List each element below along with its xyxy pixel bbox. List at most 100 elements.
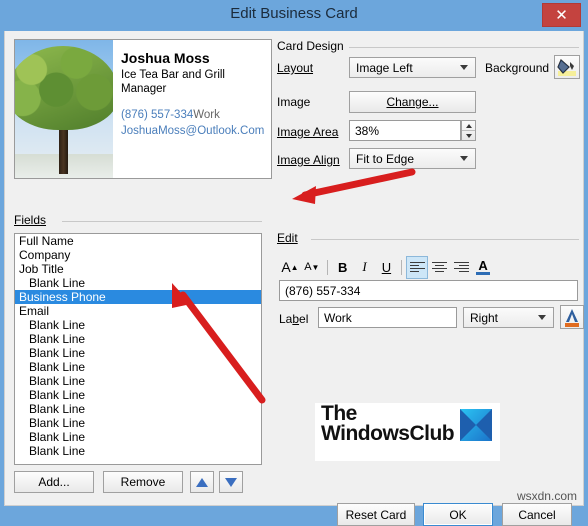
logo-text: The WindowsClub xyxy=(321,402,455,445)
align-left-icon[interactable] xyxy=(406,255,429,279)
title-bar: Edit Business Card ✕ xyxy=(0,0,588,31)
card-design-group-header: Card Design xyxy=(277,39,579,53)
field-list-item[interactable]: Email xyxy=(15,304,261,318)
label-value-text: Work xyxy=(324,310,352,325)
move-field-up-button[interactable] xyxy=(190,471,214,493)
field-list-item[interactable]: Blank Line xyxy=(15,360,261,374)
field-list-item[interactable]: Blank Line xyxy=(15,444,261,458)
underline-icon[interactable]: U xyxy=(375,256,397,279)
layout-select[interactable]: Image Left xyxy=(349,57,476,78)
card-design-group-label: Card Design xyxy=(277,39,344,53)
logo-line-2: WindowsClub xyxy=(321,421,455,445)
business-card-preview[interactable]: Joshua Moss Ice Tea Bar and Grill Manage… xyxy=(14,39,272,179)
field-list-item[interactable]: Job Title xyxy=(15,262,261,276)
field-value-text: (876) 557-334 xyxy=(285,283,361,298)
card-job-title: Manager xyxy=(121,83,167,96)
image-label: Image xyxy=(277,95,311,109)
font-color-icon xyxy=(565,309,579,327)
background-color-button[interactable] xyxy=(554,55,580,79)
edit-group-header: Edit xyxy=(277,231,579,245)
align-right-icon[interactable] xyxy=(450,256,472,279)
card-email: JoshuaMoss@Outlook.Com xyxy=(121,124,265,137)
decrease-font-size-icon[interactable]: A ▼ xyxy=(301,256,323,279)
arrow-up-icon xyxy=(196,477,208,487)
windowsclub-logo: The WindowsClub xyxy=(315,403,500,461)
image-area-stepper-up[interactable] xyxy=(462,121,475,130)
card-blank-line xyxy=(121,97,265,108)
field-list-item[interactable]: Blank Line xyxy=(15,402,261,416)
image-area-label: Image Area xyxy=(277,125,339,139)
dialog-body: Joshua Moss Ice Tea Bar and Grill Manage… xyxy=(4,31,584,526)
format-toolbar: A ▲ A ▼ B I U A xyxy=(279,255,494,279)
field-list-item[interactable]: Blank Line xyxy=(15,346,261,360)
label-label: Label xyxy=(279,312,309,326)
toolbar-divider xyxy=(326,259,328,275)
reset-card-button[interactable]: Reset Card xyxy=(337,503,415,526)
align-center-icon[interactable] xyxy=(428,256,450,279)
stepper-down-icon xyxy=(465,133,472,138)
move-field-down-button[interactable] xyxy=(219,471,243,493)
chevron-down-icon xyxy=(460,64,468,70)
toolbar-divider xyxy=(401,259,403,275)
field-list-item[interactable]: Blank Line xyxy=(15,416,261,430)
edit-group-label: Edit xyxy=(277,231,298,245)
field-list-item[interactable]: Blank Line xyxy=(15,332,261,346)
edit-business-card-dialog: Edit Business Card ✕ Joshua Moss Ice Tea… xyxy=(0,0,588,526)
label-position-select[interactable]: Right xyxy=(463,307,554,328)
change-image-button-label: Change... xyxy=(386,95,439,109)
card-text-block: Joshua Moss Ice Tea Bar and Grill Manage… xyxy=(121,50,265,139)
card-phone: (876) 557-334 xyxy=(121,109,194,122)
edit-group-divider xyxy=(311,239,579,240)
image-area-value: 38% xyxy=(355,123,380,138)
windowsclub-logo-icon xyxy=(460,409,492,441)
field-list-item[interactable]: Blank Line xyxy=(15,430,261,444)
remove-field-button[interactable]: Remove xyxy=(103,471,183,493)
change-image-button[interactable]: Change... xyxy=(349,91,476,113)
arrow-down-icon xyxy=(225,477,237,487)
field-list-item[interactable]: Blank Line xyxy=(15,374,261,388)
card-company: Ice Tea Bar and Grill xyxy=(121,68,225,81)
layout-label: Layout xyxy=(277,61,314,75)
ok-button[interactable]: OK xyxy=(423,503,493,526)
field-list-item[interactable]: Blank Line xyxy=(15,388,261,402)
watermark-text: wsxdn.com xyxy=(516,489,577,503)
field-list-item[interactable]: Company xyxy=(15,248,261,262)
fields-group-header: Fields xyxy=(14,213,262,227)
fields-group-label: Fields xyxy=(14,213,47,227)
chevron-down-icon xyxy=(460,155,468,161)
card-name: Joshua Moss xyxy=(121,50,210,66)
background-label: Background xyxy=(485,61,550,75)
field-list-item[interactable]: Blank Line xyxy=(15,276,261,290)
image-area-stepper-down[interactable] xyxy=(462,131,475,140)
field-list-item[interactable]: Full Name xyxy=(15,234,261,248)
logo-line-1: The xyxy=(321,402,357,425)
close-button[interactable]: ✕ xyxy=(542,3,581,27)
label-position-value: Right xyxy=(470,310,499,325)
layout-select-value: Image Left xyxy=(356,60,413,75)
card-phone-row: (876) 557-334Work xyxy=(121,108,265,124)
image-align-select-value: Fit to Edge xyxy=(356,151,415,166)
field-list-item[interactable]: Blank Line xyxy=(15,318,261,332)
field-list-item[interactable]: Business Phone xyxy=(15,290,261,304)
window-title: Edit Business Card xyxy=(230,5,358,22)
increase-font-size-icon[interactable]: A ▲ xyxy=(279,256,301,279)
paint-bucket-icon xyxy=(557,59,576,76)
bold-icon[interactable]: B xyxy=(332,256,354,279)
fields-group-divider xyxy=(62,221,262,222)
image-area-stepper[interactable] xyxy=(461,120,476,141)
tree-photo-image xyxy=(15,40,113,178)
image-area-input[interactable]: 38% xyxy=(349,120,461,141)
add-field-button[interactable]: Add... xyxy=(14,471,94,493)
tree-canopy-shape xyxy=(15,46,113,130)
fields-listbox[interactable]: Full Name Company Job Title Blank Line Busin… xyxy=(14,233,262,465)
font-color-icon[interactable]: A xyxy=(472,256,494,279)
stepper-up-icon xyxy=(465,123,472,128)
italic-icon[interactable]: I xyxy=(354,256,376,279)
label-font-color-button[interactable] xyxy=(560,305,584,329)
chevron-down-icon xyxy=(538,314,546,320)
cancel-button[interactable]: Cancel xyxy=(502,503,572,526)
image-align-select[interactable]: Fit to Edge xyxy=(349,148,476,169)
label-value-input[interactable]: Work xyxy=(318,307,457,328)
field-value-input[interactable]: (876) 557-334 xyxy=(279,280,578,301)
card-design-group-divider xyxy=(349,47,579,48)
